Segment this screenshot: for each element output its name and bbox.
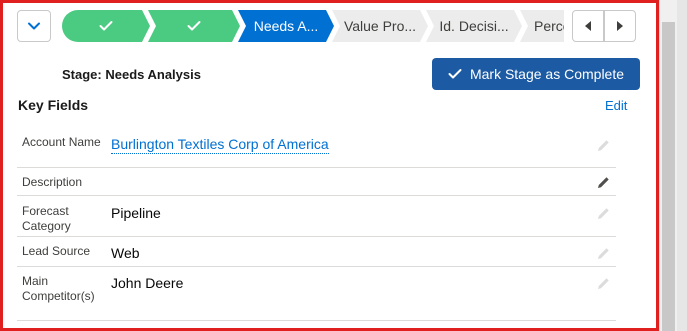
path-stage-2[interactable] (148, 10, 240, 42)
account-name-link[interactable]: Burlington Textiles Corp of America (111, 136, 329, 154)
field-label: Forecast Category (22, 204, 71, 233)
field-forecast-category: Forecast Category Pipeline (17, 196, 616, 237)
path-stage-label: Perce (534, 18, 564, 34)
pencil-icon (597, 176, 609, 188)
field-value: Pipeline (111, 205, 161, 221)
field-label: Description (22, 175, 83, 189)
caret-right-icon (617, 21, 623, 31)
field-account-name: Account Name Burlington Textiles Corp of… (17, 126, 616, 168)
field-lead-source: Lead Source Web (17, 237, 616, 267)
field-main-competitors: Main Competitor(s) John Deere (17, 267, 616, 321)
caret-left-icon (585, 21, 591, 31)
check-icon (187, 21, 201, 31)
edit-forecast-category-button[interactable] (596, 206, 610, 220)
edit-account-name-button[interactable] (596, 138, 610, 152)
field-label: Lead Source (22, 244, 91, 258)
path-stage-label: Value Pro... (343, 18, 417, 34)
field-label: Main Competitor(s) (22, 274, 95, 303)
field-value: John Deere (111, 275, 184, 291)
field-label: Account Name (22, 135, 101, 149)
pencil-icon (597, 277, 609, 289)
current-stage-title: Stage: Needs Analysis (62, 67, 201, 82)
page-edge (677, 0, 687, 331)
pencil-icon (597, 247, 609, 259)
edit-main-competitors-button[interactable] (596, 276, 610, 290)
mark-stage-complete-label: Mark Stage as Complete (469, 66, 625, 82)
path-stage-1[interactable] (62, 10, 150, 42)
sales-path: Needs A... Value Pro... Id. Decisi... Pe… (62, 10, 564, 42)
edit-lead-source-button[interactable] (596, 246, 610, 260)
path-toggle-button[interactable] (17, 10, 51, 42)
path-stage-needs-analysis[interactable]: Needs A... (238, 10, 334, 42)
pencil-icon (597, 207, 609, 219)
path-stage-id-decision-makers[interactable]: Id. Decisi... (426, 10, 522, 42)
path-stage-label: Id. Decisi... (439, 18, 509, 34)
path-stage-value-proposition[interactable]: Value Pro... (332, 10, 428, 42)
field-value: Web (111, 245, 140, 261)
edit-description-button[interactable] (596, 175, 610, 189)
edit-key-fields-link[interactable]: Edit (605, 98, 627, 113)
path-stage-perception-analysis[interactable]: Perce (520, 10, 564, 42)
chevron-down-icon (28, 22, 40, 30)
field-description: Description (17, 168, 616, 196)
key-fields-title: Key Fields (18, 97, 89, 113)
mark-stage-complete-button[interactable]: Mark Stage as Complete (432, 58, 640, 90)
scrollbar-thumb[interactable] (662, 22, 675, 331)
check-icon (99, 21, 113, 31)
pencil-icon (597, 139, 609, 151)
check-icon (448, 69, 462, 79)
path-next-button[interactable] (604, 10, 636, 42)
path-stage-label: Needs A... (253, 18, 319, 34)
path-previous-button[interactable] (572, 10, 604, 42)
key-fields-list: Account Name Burlington Textiles Corp of… (17, 126, 616, 321)
